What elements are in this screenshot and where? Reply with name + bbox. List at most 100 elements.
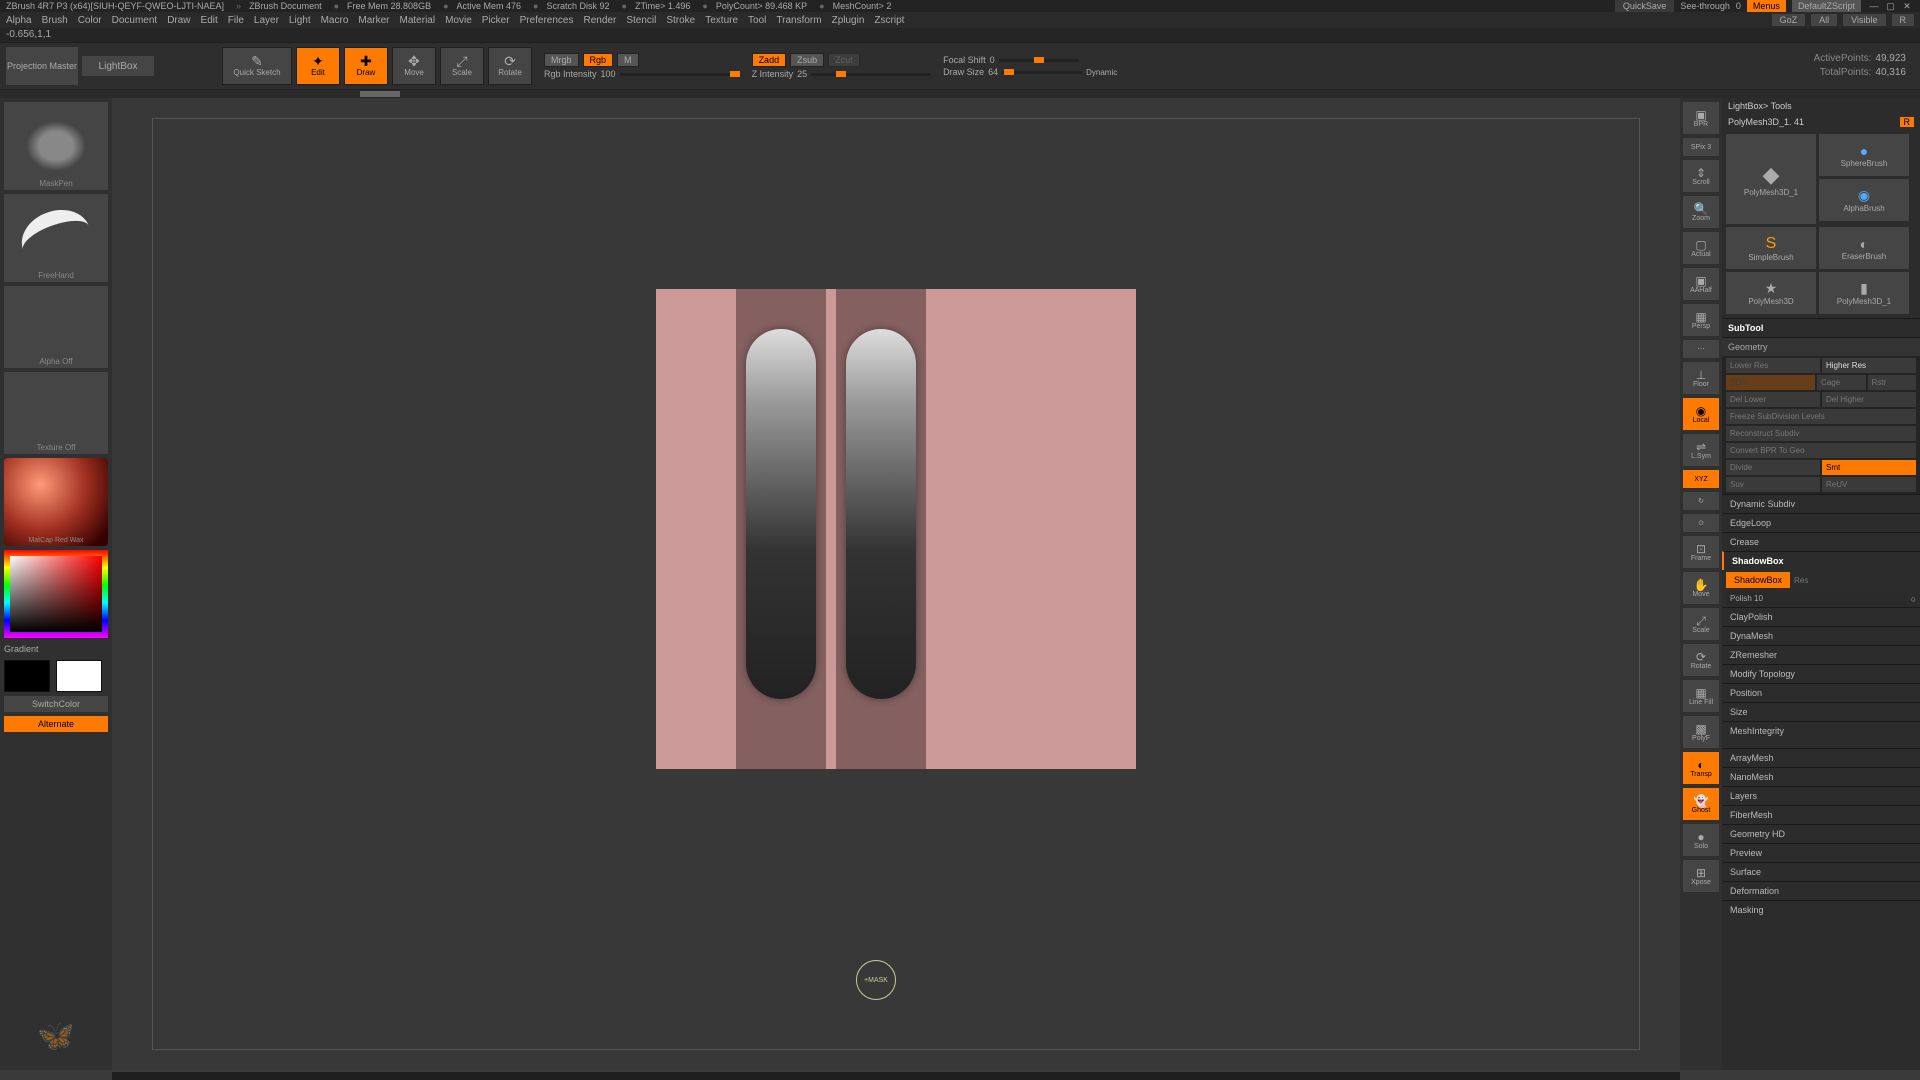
lightbox-button[interactable]: LightBox xyxy=(82,56,154,76)
sdiv-slider[interactable]: SDiv xyxy=(1726,375,1815,390)
zoom-button[interactable]: 🔍Zoom xyxy=(1683,196,1719,228)
scale-nav-button[interactable]: ⤢Scale xyxy=(1683,608,1719,640)
menu-alpha[interactable]: Alpha xyxy=(6,15,32,26)
menu-preferences[interactable]: Preferences xyxy=(520,15,574,26)
meshintegrity-header[interactable]: MeshIntegrity xyxy=(1722,721,1920,740)
tool-simplebrush[interactable]: SSimpleBrush xyxy=(1726,227,1816,269)
convert-bpr-button[interactable]: Convert BPR To Geo xyxy=(1726,443,1916,458)
tool-polymesh3d-1[interactable]: ◆PolyMesh3D_1 xyxy=(1726,134,1816,224)
ghost-button[interactable]: 👻Ghost xyxy=(1683,788,1719,820)
menu-marker[interactable]: Marker xyxy=(358,15,389,26)
m-button[interactable]: M xyxy=(617,53,639,67)
persp-button[interactable]: ▦Persp xyxy=(1683,304,1719,336)
rgb-button[interactable]: Rgb xyxy=(583,53,614,67)
bottom-scrollbar[interactable] xyxy=(112,1072,1680,1080)
arraymesh-header[interactable]: ArrayMesh xyxy=(1722,748,1920,767)
menu-document[interactable]: Document xyxy=(112,15,158,26)
smt-button[interactable]: Smt xyxy=(1822,460,1916,475)
shadowbox-header[interactable]: ShadowBox xyxy=(1722,551,1920,570)
texture-selector[interactable]: Texture Off xyxy=(4,372,108,454)
menu-macro[interactable]: Macro xyxy=(321,15,349,26)
divide-button[interactable]: Divide xyxy=(1726,460,1820,475)
freeze-subdiv-button[interactable]: Freeze SubDivision Levels xyxy=(1726,409,1916,424)
goz-button[interactable]: GoZ xyxy=(1772,14,1806,26)
dynamic-subdiv-header[interactable]: Dynamic Subdiv xyxy=(1722,494,1920,513)
quicksave-button[interactable]: QuickSave xyxy=(1615,0,1675,12)
dynamic-label[interactable]: Dynamic xyxy=(1086,68,1117,77)
dynamesh-header[interactable]: DynaMesh xyxy=(1722,626,1920,645)
material-selector[interactable]: MatCap Red Wax xyxy=(4,458,108,546)
brush-selector[interactable]: MaskPen xyxy=(4,102,108,190)
menu-material[interactable]: Material xyxy=(400,15,436,26)
scroll-button[interactable]: ⇕Scroll xyxy=(1683,160,1719,192)
seethrough-value[interactable]: 0 xyxy=(1736,1,1741,11)
nanomesh-header[interactable]: NanoMesh xyxy=(1722,767,1920,786)
bpr-button[interactable]: ▣BPR xyxy=(1683,102,1719,134)
projection-master-button[interactable]: Projection Master xyxy=(6,47,78,85)
zremesher-header[interactable]: ZRemesher xyxy=(1722,645,1920,664)
stroke-selector[interactable]: FreeHand xyxy=(4,194,108,282)
deformation-header[interactable]: Deformation xyxy=(1722,881,1920,900)
edit-button[interactable]: ✦Edit xyxy=(296,47,340,85)
subtool-header[interactable]: SubTool xyxy=(1722,318,1920,337)
menu-file[interactable]: File xyxy=(228,15,244,26)
primary-color-swatch[interactable] xyxy=(56,660,102,692)
layers-header[interactable]: Layers xyxy=(1722,786,1920,805)
alpha-selector[interactable]: Alpha Off xyxy=(4,286,108,368)
small-nav-1[interactable]: ↻ xyxy=(1683,492,1719,510)
local-button[interactable]: ◉Local xyxy=(1683,398,1719,430)
polyf-button[interactable]: ▩PolyF xyxy=(1683,716,1719,748)
zsub-button[interactable]: Zsub xyxy=(790,53,824,67)
tool-polymesh3d-1b[interactable]: ▮PolyMesh3D_1 xyxy=(1819,272,1909,314)
menu-layer[interactable]: Layer xyxy=(254,15,279,26)
rgb-intensity-slider[interactable] xyxy=(620,73,740,76)
menu-transform[interactable]: Transform xyxy=(776,15,821,26)
polish-slider[interactable]: Polish 10 xyxy=(1726,592,1907,605)
alternate-button[interactable]: Alternate xyxy=(4,716,108,732)
z-intensity-value[interactable]: 25 xyxy=(797,69,807,79)
rstr-button[interactable]: Rstr xyxy=(1868,375,1917,390)
minimize-icon[interactable]: — xyxy=(1867,1,1881,11)
tool-polymesh3d[interactable]: ★PolyMesh3D xyxy=(1726,272,1816,314)
floor-button[interactable]: ⊥Floor xyxy=(1683,362,1719,394)
quicksketch-button[interactable]: ✎Quick Sketch xyxy=(222,47,292,85)
rotate-button[interactable]: ⟳Rotate xyxy=(488,47,532,85)
surface-header[interactable]: Surface xyxy=(1722,862,1920,881)
rotate-nav-button[interactable]: ⟳Rotate xyxy=(1683,644,1719,676)
menus-button[interactable]: Menus xyxy=(1747,0,1786,12)
aahalf-button[interactable]: ▣AAHalf xyxy=(1683,268,1719,300)
menu-brush[interactable]: Brush xyxy=(42,15,68,26)
lsym-button[interactable]: ⇌L.Sym xyxy=(1683,434,1719,466)
cage-button[interactable]: Cage xyxy=(1817,375,1866,390)
tool-spherebrush[interactable]: ●SphereBrush xyxy=(1819,134,1909,176)
small-nav-2[interactable]: ⊙ xyxy=(1683,514,1719,532)
gradient-toggle[interactable]: Gradient xyxy=(4,642,108,656)
masking-header[interactable]: Masking xyxy=(1722,900,1920,919)
menu-draw[interactable]: Draw xyxy=(167,15,190,26)
tool-eraserbrush[interactable]: ◐EraserBrush xyxy=(1819,227,1909,269)
geometry-hd-header[interactable]: Geometry HD xyxy=(1722,824,1920,843)
solo-button[interactable]: ●Solo xyxy=(1683,824,1719,856)
menu-zscript[interactable]: Zscript xyxy=(874,15,904,26)
z-intensity-slider[interactable] xyxy=(811,73,931,76)
actual-button[interactable]: ▢Actual xyxy=(1683,232,1719,264)
fibermesh-header[interactable]: FiberMesh xyxy=(1722,805,1920,824)
position-header[interactable]: Position xyxy=(1722,683,1920,702)
menu-zplugin[interactable]: Zplugin xyxy=(832,15,865,26)
lightbox-tools-link[interactable]: LightBox> Tools xyxy=(1722,98,1920,114)
menu-texture[interactable]: Texture xyxy=(705,15,738,26)
focal-shift-value[interactable]: 0 xyxy=(990,55,995,65)
r-button[interactable]: R xyxy=(1900,117,1915,127)
xpose-button[interactable]: ⊞Xpose xyxy=(1683,860,1719,892)
menu-stencil[interactable]: Stencil xyxy=(626,15,656,26)
geometry-header[interactable]: Geometry xyxy=(1722,337,1920,356)
reuv-button[interactable]: ReUV xyxy=(1822,477,1916,492)
shelf-scrollbar[interactable] xyxy=(0,90,1920,98)
draw-size-slider[interactable] xyxy=(1002,71,1082,74)
focal-shift-slider[interactable] xyxy=(999,59,1079,62)
tool-alphabrush[interactable]: ◉AlphaBrush xyxy=(1819,179,1909,221)
size-header[interactable]: Size xyxy=(1722,702,1920,721)
menu-render[interactable]: Render xyxy=(584,15,617,26)
suv-button[interactable]: Suv xyxy=(1726,477,1820,492)
claypolish-header[interactable]: ClayPolish xyxy=(1722,607,1920,626)
